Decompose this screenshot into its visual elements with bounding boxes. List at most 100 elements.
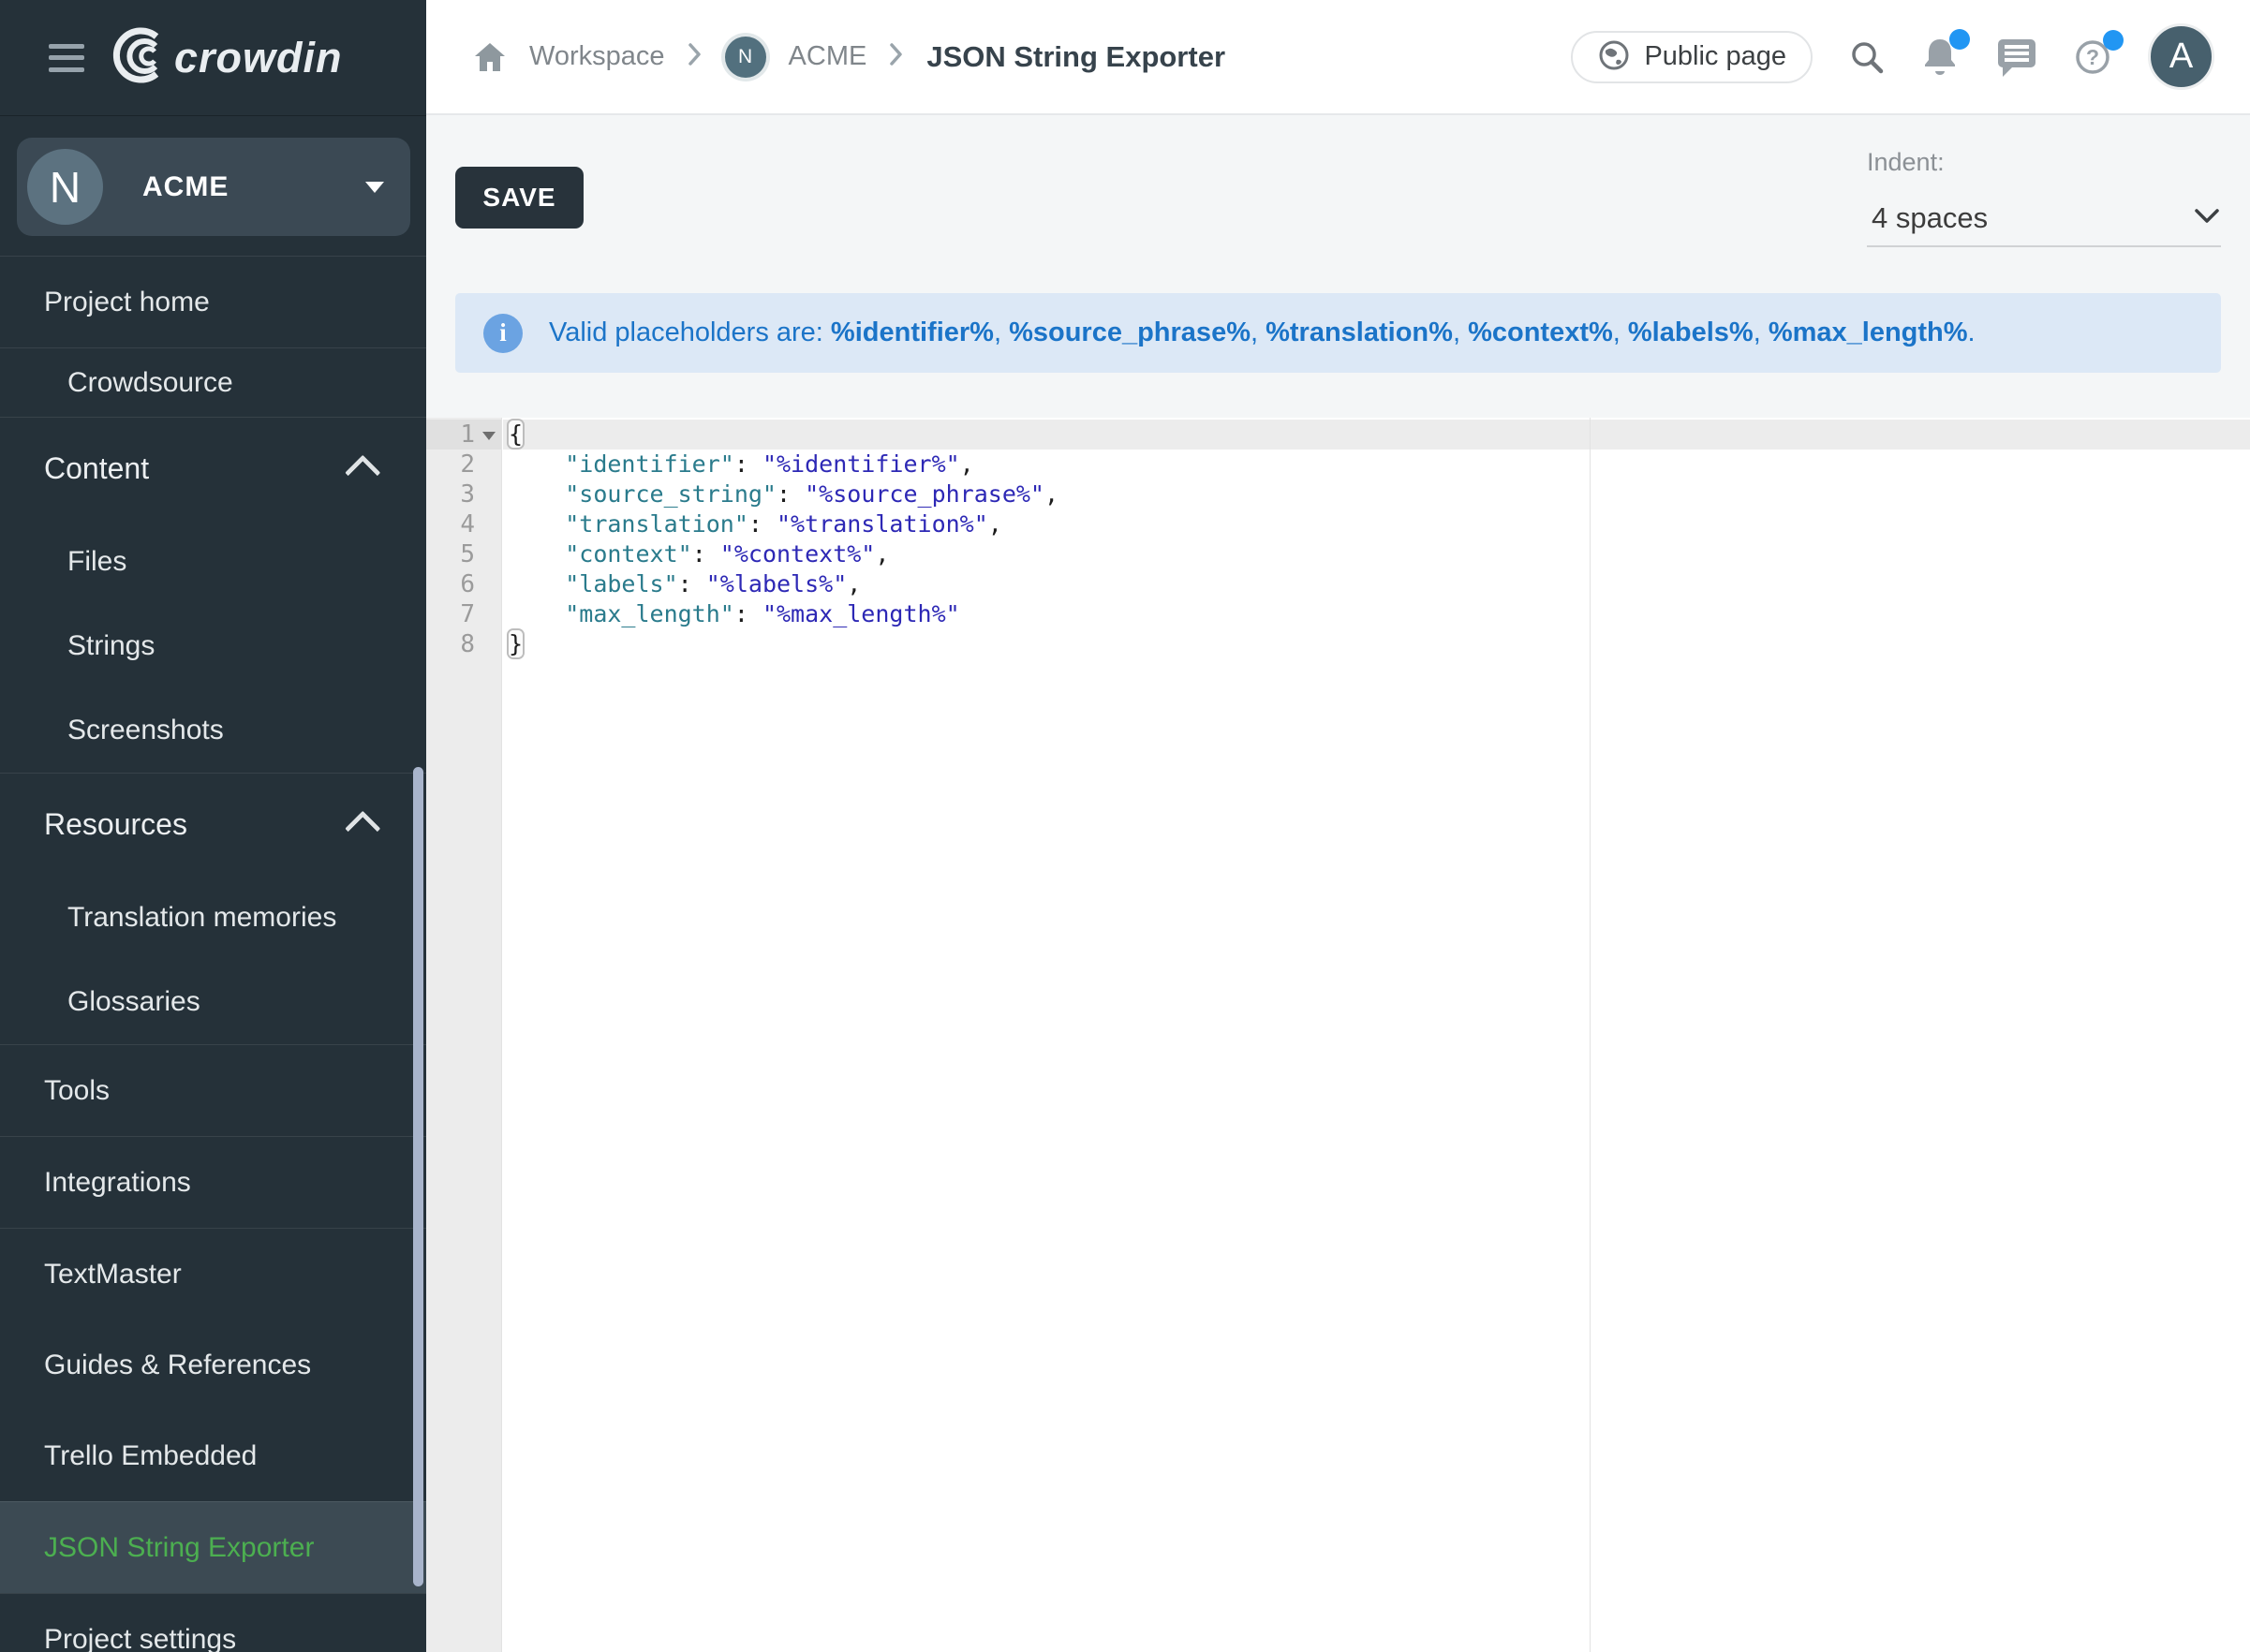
sidebar-item-guides-references[interactable]: Guides & References (0, 1320, 426, 1410)
user-avatar[interactable]: A (2148, 23, 2214, 90)
placeholder: %source_phrase% (1009, 317, 1251, 347)
sidebar-item-label: JSON String Exporter (44, 1532, 314, 1564)
menu-icon[interactable] (49, 44, 84, 72)
header-brand-area: crowdin (0, 0, 426, 115)
fold-arrow-icon[interactable] (482, 432, 496, 440)
sidebar-item-content[interactable]: Content (0, 417, 426, 520)
code-line: { (503, 420, 2250, 450)
breadcrumb-project[interactable]: ACME (789, 41, 867, 72)
code-line: "context": "%context%", (503, 539, 2250, 569)
sidebar-item-label: Trello Embedded (44, 1440, 257, 1472)
info-icon: i (483, 314, 523, 353)
main-content: SAVE Indent: 4 spaces i Valid placeholde… (426, 115, 2250, 1652)
sidebar-item-label: Guides & References (44, 1350, 311, 1381)
banner-text: Valid placeholders are: %identifier%, %s… (549, 317, 1976, 348)
sidebar: N ACME Project home Crowdsource Content Fil… (0, 115, 426, 1652)
sidebar-item-project-home[interactable]: Project home (0, 256, 426, 347)
sidebar-item-glossaries[interactable]: Glossaries (0, 960, 426, 1044)
chevron-down-icon (365, 182, 384, 193)
notifications-bell-icon[interactable] (1921, 37, 1959, 78)
project-avatar: N (27, 149, 103, 225)
line-number: 1 (426, 420, 501, 450)
app-window: crowdin Workspace N ACME JSON String Exp… (0, 0, 2250, 1652)
sidebar-item-label: Content (44, 451, 149, 486)
indent-label: Indent: (1867, 148, 2221, 178)
project-name: ACME (142, 171, 365, 203)
editor-gutter: 12345678 (426, 418, 502, 1652)
top-header: crowdin Workspace N ACME JSON String Exp… (0, 0, 2250, 115)
sidebar-item-label: Screenshots (67, 715, 224, 746)
home-icon[interactable] (473, 41, 507, 73)
sidebar-scrollbar-thumb[interactable] (413, 767, 423, 1586)
crowdin-logo-text: crowdin (174, 34, 343, 82)
sidebar-item-files[interactable]: Files (0, 520, 426, 604)
editor-ruler (1590, 418, 1591, 1652)
sidebar-item-label: Translation memories (67, 902, 336, 934)
crowdin-logo[interactable]: crowdin (107, 24, 343, 91)
info-banner: i Valid placeholders are: %identifier%, … (455, 293, 2221, 373)
breadcrumb: Workspace N ACME JSON String Exporter (473, 37, 1225, 78)
code-line: "max_length": "%max_length%" (503, 599, 2250, 629)
sidebar-item-tools[interactable]: Tools (0, 1044, 426, 1136)
public-page-button[interactable]: Public page (1571, 31, 1813, 83)
chevron-right-icon (889, 42, 904, 71)
header-bar: Workspace N ACME JSON String Exporter (426, 0, 2250, 115)
placeholder: %identifier% (831, 317, 994, 347)
indent-select[interactable]: 4 spaces (1867, 191, 2221, 247)
project-badge: N (725, 37, 766, 78)
sidebar-item-resources[interactable]: Resources (0, 773, 426, 876)
sidebar-item-crowdsource[interactable]: Crowdsource (0, 347, 426, 417)
line-number: 6 (426, 569, 501, 599)
sidebar-item-project-settings[interactable]: Project settings (0, 1593, 426, 1652)
placeholder: %max_length% (1769, 317, 1968, 347)
save-button[interactable]: SAVE (455, 167, 584, 229)
editor-code: { "identifier": "%identifier%", "source_… (503, 418, 2250, 659)
sidebar-item-screenshots[interactable]: Screenshots (0, 688, 426, 773)
help-icon[interactable]: ? (2073, 37, 2112, 77)
notification-dot (1949, 29, 1970, 50)
breadcrumb-workspace[interactable]: Workspace (529, 41, 665, 72)
breadcrumb-current-page: JSON String Exporter (926, 40, 1225, 74)
chevron-right-icon (688, 42, 703, 71)
sidebar-item-translation-memories[interactable]: Translation memories (0, 876, 426, 960)
crowdin-logo-icon (107, 24, 169, 91)
public-page-label: Public page (1644, 41, 1786, 72)
header-actions: Public page (1571, 23, 2214, 90)
notification-dot (2103, 30, 2124, 51)
sidebar-item-trello-embedded[interactable]: Trello Embedded (0, 1410, 426, 1501)
indent-selected-value: 4 spaces (1872, 201, 1988, 235)
line-number: 5 (426, 539, 501, 569)
code-line: "source_string": "%source_phrase%", (503, 479, 2250, 509)
sidebar-item-label: TextMaster (44, 1259, 182, 1291)
sidebar-item-label: Resources (44, 807, 187, 842)
globe-icon (1597, 38, 1631, 75)
line-number: 7 (426, 599, 501, 629)
sidebar-item-label: Files (67, 546, 126, 578)
sidebar-item-label: Glossaries (67, 986, 200, 1018)
sidebar-item-strings[interactable]: Strings (0, 604, 426, 688)
placeholder: %labels% (1628, 317, 1754, 347)
sidebar-item-label: Integrations (44, 1167, 191, 1199)
line-number: 3 (426, 479, 501, 509)
code-editor[interactable]: 12345678 { "identifier": "%identifier%",… (426, 418, 2250, 1652)
code-line: "labels": "%labels%", (503, 569, 2250, 599)
line-number: 2 (426, 450, 501, 479)
sidebar-item-json-string-exporter[interactable]: JSON String Exporter (0, 1501, 426, 1593)
placeholder: %context% (1468, 317, 1613, 347)
code-line: } (503, 629, 2250, 659)
sidebar-item-textmaster[interactable]: TextMaster (0, 1228, 426, 1320)
sidebar-item-integrations[interactable]: Integrations (0, 1136, 426, 1228)
sidebar-item-label: Strings (67, 630, 155, 662)
chevron-up-icon (345, 455, 380, 491)
messages-icon[interactable] (1994, 37, 2037, 78)
line-number: 8 (426, 629, 501, 659)
sidebar-item-label: Crowdsource (67, 367, 233, 399)
code-line: "identifier": "%identifier%", (503, 450, 2250, 479)
sidebar-item-label: Project home (44, 287, 210, 318)
search-icon[interactable] (1848, 38, 1886, 76)
sidebar-item-label: Project settings (44, 1624, 236, 1652)
sidebar-nav: Project home Crowdsource Content Files Strin… (0, 256, 426, 1652)
sidebar-item-label: Tools (44, 1075, 110, 1107)
code-line: "translation": "%translation%", (503, 509, 2250, 539)
project-switcher[interactable]: N ACME (17, 138, 410, 236)
